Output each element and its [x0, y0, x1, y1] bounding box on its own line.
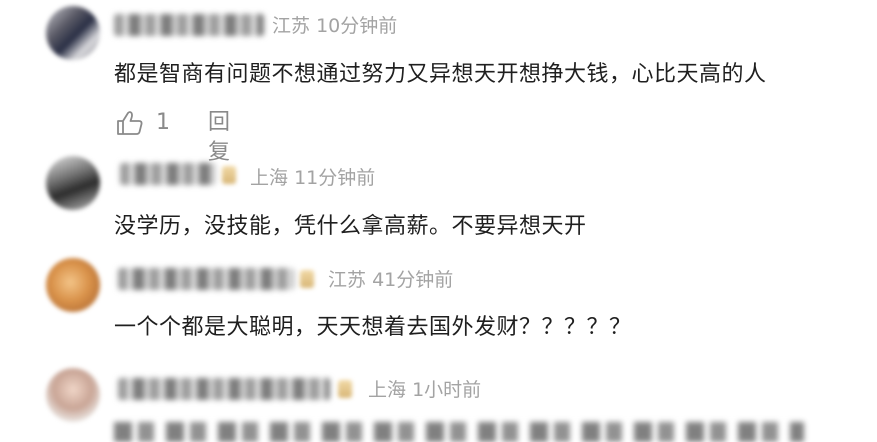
comment-time: 1小时前 — [412, 379, 482, 401]
user-badge-icon — [300, 270, 314, 288]
nickname-blurred[interactable] — [118, 378, 330, 400]
comment-time: 41分钟前 — [372, 269, 454, 291]
like-count: 1 — [156, 110, 170, 135]
comment-text: 都是智商有问题不想通过努力又异想天开想挣大钱，心比天高的人 — [114, 62, 767, 87]
comment-text: 没学历，没技能，凭什么拿高薪。不要异想天开 — [114, 214, 587, 239]
comment-meta: 江苏 10分钟前 — [272, 14, 397, 38]
reply-button[interactable]: 回复 — [208, 108, 230, 168]
avatar[interactable] — [46, 156, 100, 210]
comment-text-cut-off — [114, 422, 804, 442]
comment-location: 江苏 — [328, 269, 367, 291]
user-badge-icon — [222, 166, 236, 184]
user-badge-icon — [338, 380, 352, 398]
comment-meta: 江苏 41分钟前 — [328, 268, 453, 292]
avatar[interactable] — [46, 6, 100, 60]
comment-text: 一个个都是大聪明，天天想着去国外发财？？？？？ — [114, 315, 632, 340]
comment-location: 江苏 — [272, 15, 311, 37]
avatar[interactable] — [46, 258, 100, 312]
nickname-blurred[interactable] — [114, 14, 264, 36]
comment-location: 上海 — [250, 167, 289, 189]
comment-time: 11分钟前 — [294, 167, 376, 189]
comment-time: 10分钟前 — [316, 15, 398, 37]
comment-location: 上海 — [368, 379, 407, 401]
comment-meta: 上海 1小时前 — [368, 378, 481, 402]
comment-meta: 上海 11分钟前 — [250, 166, 375, 190]
thumbs-up-icon[interactable] — [116, 110, 144, 136]
nickname-blurred[interactable] — [118, 268, 294, 290]
avatar[interactable] — [46, 368, 100, 422]
nickname-blurred[interactable] — [120, 163, 216, 185]
